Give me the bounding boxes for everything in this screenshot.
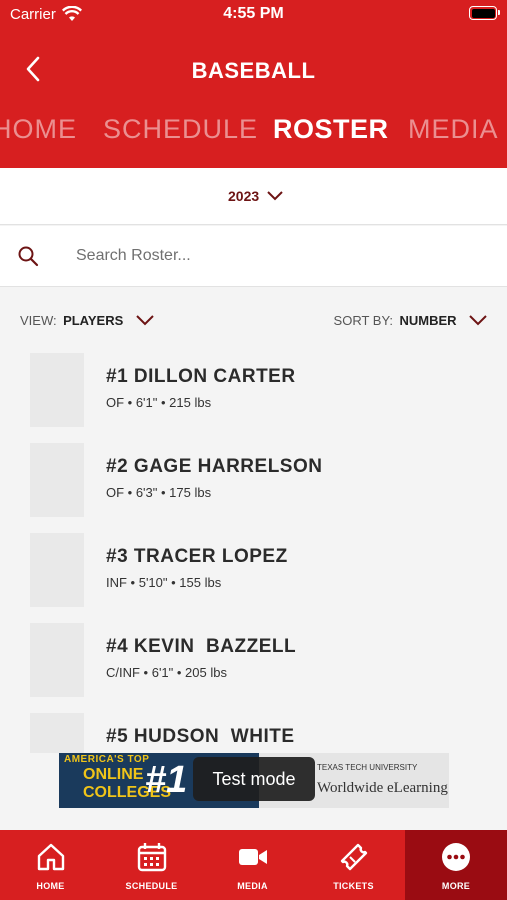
chevron-down-icon bbox=[136, 315, 154, 326]
view-value: PLAYERS bbox=[63, 313, 124, 328]
nav-label: MORE bbox=[441, 881, 471, 891]
ticket-icon bbox=[340, 843, 367, 871]
nav-label: HOME bbox=[36, 881, 65, 891]
tab-schedule[interactable]: SCHEDULE bbox=[103, 114, 258, 145]
player-photo bbox=[30, 533, 84, 607]
player-info: INF • 5'10" • 155 lbs bbox=[106, 575, 222, 590]
nav-label: TICKETS bbox=[333, 881, 374, 891]
player-name: #5 HUDSON WHITE bbox=[106, 726, 295, 747]
ad-banner[interactable]: AMERICA'S TOP ONLINE COLLEGES #1 TEXAS T… bbox=[59, 753, 449, 808]
ad-tagline: Worldwide eLearning bbox=[317, 780, 448, 796]
list-item[interactable]: #5 HUDSON WHITE bbox=[0, 710, 507, 753]
nav-more[interactable]: MORE bbox=[405, 830, 507, 900]
sort-value: NUMBER bbox=[399, 313, 457, 328]
more-icon bbox=[442, 843, 470, 871]
player-info: OF • 6'1" • 215 lbs bbox=[106, 395, 212, 410]
list-item[interactable]: #1 DILLON CARTER OF • 6'1" • 215 lbs bbox=[0, 350, 507, 430]
ad-headline: AMERICA'S TOP bbox=[64, 754, 150, 765]
search-bar bbox=[0, 226, 507, 287]
tab-roster[interactable]: ROSTER bbox=[273, 114, 389, 145]
page-title: BASEBALL bbox=[191, 58, 316, 83]
tab-media[interactable]: MEDIA bbox=[408, 114, 499, 145]
list-item[interactable]: #2 GAGE HARRELSON OF • 6'3" • 175 lbs bbox=[0, 440, 507, 520]
ad-brand: TEXAS TECH UNIVERSITY bbox=[317, 763, 418, 772]
list-item[interactable]: #3 TRACER LOPEZ INF • 5'10" • 155 lbs bbox=[0, 530, 507, 610]
video-camera-icon bbox=[238, 849, 267, 865]
section-tabs: HOME SCHEDULE ROSTER MEDIA bbox=[0, 110, 507, 154]
view-label: VIEW: bbox=[20, 313, 57, 328]
nav-label: SCHEDULE bbox=[125, 881, 178, 891]
nav-media[interactable]: MEDIA bbox=[202, 830, 303, 900]
player-name: #1 DILLON CARTER bbox=[106, 366, 296, 387]
sort-label: SORT BY: bbox=[333, 313, 394, 328]
player-name: #2 GAGE HARRELSON bbox=[106, 456, 323, 477]
view-dropdown[interactable]: VIEW: PLAYERS bbox=[20, 312, 154, 330]
nav-schedule[interactable]: SCHEDULE bbox=[101, 830, 202, 900]
battery-icon bbox=[469, 6, 500, 20]
bottom-nav: HOME SCHEDULE MEDIA TICKETS MORE bbox=[0, 830, 507, 900]
status-time: 4:55 PM bbox=[223, 5, 284, 22]
nav-label: MEDIA bbox=[237, 881, 268, 891]
calendar-icon bbox=[137, 843, 166, 872]
chevron-down-icon bbox=[469, 315, 487, 326]
search-icon[interactable] bbox=[17, 245, 39, 267]
roster-list: #1 DILLON CARTER OF • 6'1" • 215 lbs #2 … bbox=[0, 348, 507, 753]
test-mode-overlay: Test mode bbox=[193, 757, 315, 801]
player-name: #4 KEVIN BAZZELL bbox=[106, 636, 297, 657]
nav-home[interactable]: HOME bbox=[0, 830, 101, 900]
player-info: OF • 6'3" • 175 lbs bbox=[106, 485, 212, 500]
player-photo bbox=[30, 623, 84, 697]
player-photo bbox=[30, 443, 84, 517]
search-input[interactable] bbox=[76, 242, 476, 270]
player-photo bbox=[30, 713, 84, 753]
tab-home[interactable]: HOME bbox=[0, 114, 77, 145]
sort-dropdown[interactable]: SORT BY: NUMBER bbox=[334, 312, 487, 330]
year-value: 2023 bbox=[228, 188, 260, 204]
chevron-down-icon bbox=[267, 191, 283, 201]
list-item[interactable]: #4 KEVIN BAZZELL C/INF • 6'1" • 205 lbs bbox=[0, 620, 507, 700]
home-icon bbox=[37, 843, 64, 871]
year-selector[interactable]: 2023 bbox=[0, 168, 507, 225]
app-header: Carrier 4:55 PM BASEBALL HOME SCHEDULE R… bbox=[0, 0, 507, 168]
nav-tickets[interactable]: TICKETS bbox=[303, 830, 404, 900]
status-bar: Carrier 4:55 PM bbox=[0, 0, 507, 30]
player-info: C/INF • 6'1" • 205 lbs bbox=[106, 665, 227, 680]
filter-row: VIEW: PLAYERS SORT BY: NUMBER bbox=[0, 288, 507, 348]
ad-rank: #1 bbox=[145, 759, 188, 801]
player-name: #3 TRACER LOPEZ bbox=[106, 546, 288, 567]
player-photo bbox=[30, 353, 84, 427]
